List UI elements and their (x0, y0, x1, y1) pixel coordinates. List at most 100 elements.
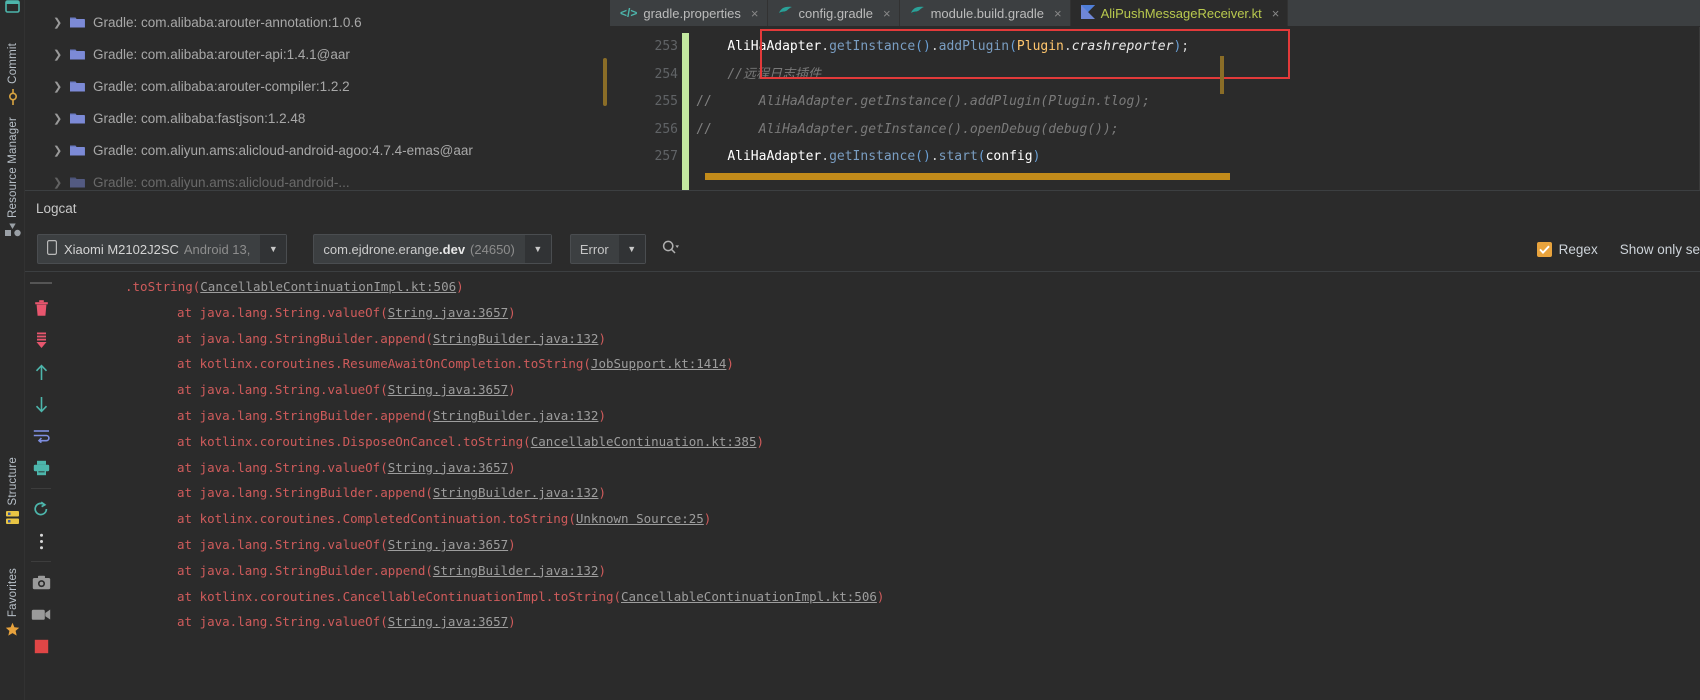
show-only-selected-toggle[interactable]: Show only se (1620, 242, 1700, 257)
code-editor[interactable]: 253 254 255 256 257 AliHaAdapter.getInst… (610, 27, 1700, 193)
regex-toggle[interactable]: Regex (1536, 241, 1598, 257)
tree-row[interactable]: ❯ Gradle: com.aliyun.ams:alicloud-androi… (25, 166, 610, 190)
sidebar-item-resource-manager[interactable]: Resource Manager (0, 112, 25, 240)
process-selector[interactable]: com.ejdrone.erange .dev (24650) ▼ (313, 234, 552, 264)
screenshot-camera-icon[interactable] (25, 566, 57, 598)
scroll-to-end-icon[interactable] (25, 324, 57, 356)
logcat-line[interactable]: at java.lang.StringBuilder.append(String… (57, 403, 1700, 429)
tree-row-label: Gradle: com.alibaba:arouter-compiler:1.2… (93, 78, 350, 94)
code-lines[interactable]: AliHaAdapter.getInstance().addPlugin(Plu… (688, 27, 1700, 190)
logcat-line[interactable]: at java.lang.String.valueOf(String.java:… (57, 377, 1700, 403)
logcat-output[interactable]: .toString(CancellableContinuationImpl.kt… (57, 272, 1700, 700)
folder-icon (69, 111, 86, 125)
logcat-source-link[interactable]: String.java:3657 (388, 305, 508, 320)
project-tree-panel[interactable]: ❯ Gradle: com.alibaba:arouter-annotation… (25, 0, 610, 190)
tab-gradle-properties[interactable]: </> gradle.properties × (610, 0, 768, 26)
restart-icon[interactable] (25, 493, 57, 525)
tree-row[interactable]: ❯ Gradle: com.alibaba:arouter-compiler:1… (25, 70, 610, 102)
code-line[interactable]: // AliHaAdapter.getInstance().addPlugin(… (688, 88, 1700, 116)
code-line[interactable]: AliHaAdapter.getInstance().addPlugin(Plu… (688, 33, 1700, 61)
logcat-source-link[interactable]: StringBuilder.java:132 (433, 331, 599, 346)
tree-row[interactable]: ❯ Gradle: com.alibaba:arouter-api:1.4.1@… (25, 38, 610, 70)
screen-record-video-icon[interactable] (25, 598, 57, 630)
close-icon[interactable]: × (751, 6, 759, 21)
chevron-down-icon[interactable]: ▼ (260, 235, 287, 263)
logcat-line[interactable]: .toString(CancellableContinuationImpl.kt… (57, 274, 1700, 300)
resource-manager-icon (4, 223, 21, 240)
process-package: com.ejdrone.erange (323, 241, 440, 257)
previous-occurrence-up-icon[interactable] (25, 356, 57, 388)
logcat-source-link[interactable]: CancellableContinuationImpl.kt:506 (200, 279, 456, 294)
sidebar-item-commit[interactable]: Commit (0, 30, 25, 108)
tree-scrollbar[interactable] (603, 58, 607, 106)
logcat-line-highlighted[interactable]: at kotlinx.coroutines.CancellableContinu… (57, 584, 1700, 610)
log-level-selector[interactable]: Error ▼ (569, 234, 646, 264)
logcat-line[interactable]: at kotlinx.coroutines.ResumeAwaitOnCompl… (57, 351, 1700, 377)
logcat-source-link[interactable]: CancellableContinuationImpl.kt:506 (621, 589, 877, 604)
logcat-search-input[interactable] (662, 234, 1525, 264)
chevron-down-icon[interactable]: ▼ (618, 235, 645, 263)
code-line[interactable]: // AliHaAdapter.getInstance().openDebug(… (688, 116, 1700, 144)
chevron-right-icon[interactable]: ❯ (53, 80, 69, 93)
print-icon[interactable] (25, 452, 57, 484)
code-line[interactable]: AliHaAdapter.getInstance().start(config) (688, 143, 1700, 171)
logcat-source-link[interactable]: JobSupport.kt:1414 (591, 356, 726, 371)
logcat-line[interactable]: at java.lang.String.valueOf(String.java:… (57, 532, 1700, 558)
logcat-source-link[interactable]: String.java:3657 (388, 614, 508, 629)
chevron-right-icon[interactable]: ❯ (53, 144, 69, 157)
tree-row[interactable]: ❯ Gradle: com.alibaba:arouter-annotation… (25, 6, 610, 38)
device-name: Xiaomi M2102J2SC (64, 241, 179, 257)
rail-divider (31, 488, 51, 489)
logcat-source-link[interactable]: String.java:3657 (388, 460, 508, 475)
close-icon[interactable]: × (883, 6, 891, 21)
left-tool-strip: Commit Resource Manager Structure Favori… (0, 0, 25, 700)
logcat-source-link[interactable]: StringBuilder.java:132 (433, 563, 599, 578)
logcat-source-link[interactable]: Unknown Source:25 (576, 511, 704, 526)
chevron-right-icon[interactable]: ❯ (53, 176, 69, 189)
close-icon[interactable]: × (1054, 6, 1062, 21)
more-options-icon[interactable] (25, 525, 57, 557)
search-icon[interactable] (662, 240, 680, 258)
logcat-line[interactable]: at java.lang.StringBuilder.append(String… (57, 326, 1700, 352)
logcat-line[interactable]: at java.lang.String.valueOf(String.java:… (57, 300, 1700, 326)
code-line[interactable]: //远程日志插件 (688, 61, 1700, 89)
regex-checkbox[interactable] (1536, 241, 1552, 257)
sidebar-item-favorites[interactable]: Favorites (0, 545, 25, 640)
tab-alipushmessagereceiver-kt[interactable]: AliPushMessageReceiver.kt × (1070, 0, 1289, 26)
clear-logcat-trash-icon[interactable] (25, 292, 57, 324)
logcat-line[interactable]: at kotlinx.coroutines.CompletedContinuat… (57, 506, 1700, 532)
stop-square-icon[interactable] (25, 630, 57, 662)
project-window-icon[interactable] (5, 0, 20, 19)
logcat-line[interactable]: at kotlinx.coroutines.DisposeOnCancel.to… (57, 429, 1700, 455)
tab-module-build-gradle[interactable]: module.build.gradle × (899, 0, 1071, 26)
logcat-line[interactable]: at java.lang.StringBuilder.append(String… (57, 558, 1700, 584)
logcat-line[interactable]: at java.lang.StringBuilder.append(String… (57, 480, 1700, 506)
tab-config-gradle[interactable]: config.gradle × (767, 0, 900, 26)
tree-row[interactable]: ❯ Gradle: com.alibaba:fastjson:1.2.48 (25, 102, 610, 134)
log-level-value: Error (579, 241, 609, 257)
logcat-line[interactable]: at java.lang.String.valueOf(String.java:… (57, 455, 1700, 481)
logcat-source-link[interactable]: String.java:3657 (388, 382, 508, 397)
logcat-source-link[interactable]: String.java:3657 (388, 537, 508, 552)
logcat-source-link[interactable]: StringBuilder.java:132 (433, 485, 599, 500)
chevron-right-icon[interactable]: ❯ (53, 48, 69, 61)
chevron-right-icon[interactable]: ❯ (53, 16, 69, 29)
line-number-gutter: 253 254 255 256 257 (610, 27, 689, 193)
logcat-panel: Logcat Xiaomi M2102J2SC Android 13, ▼ co… (25, 190, 1700, 700)
sidebar-item-label: Resource Manager (6, 116, 19, 218)
device-selector[interactable]: Xiaomi M2102J2SC Android 13, ▼ (37, 234, 288, 264)
close-icon[interactable]: × (1272, 6, 1280, 21)
phone-icon (47, 240, 58, 258)
soft-wrap-icon[interactable] (25, 420, 57, 452)
line-number: 255 (654, 94, 678, 109)
editor-orange-marker (705, 173, 1230, 180)
logcat-source-link[interactable]: StringBuilder.java:132 (433, 408, 599, 423)
sidebar-item-structure[interactable]: Structure (0, 440, 25, 528)
chevron-right-icon[interactable]: ❯ (53, 112, 69, 125)
tab-label: AliPushMessageReceiver.kt (1100, 5, 1262, 21)
tree-row[interactable]: ❯ Gradle: com.aliyun.ams:alicloud-androi… (25, 134, 610, 166)
next-occurrence-down-icon[interactable] (25, 388, 57, 420)
logcat-source-link[interactable]: CancellableContinuation.kt:385 (531, 434, 757, 449)
logcat-line[interactable]: at java.lang.String.valueOf(String.java:… (57, 609, 1700, 635)
chevron-down-icon[interactable]: ▼ (524, 235, 551, 263)
